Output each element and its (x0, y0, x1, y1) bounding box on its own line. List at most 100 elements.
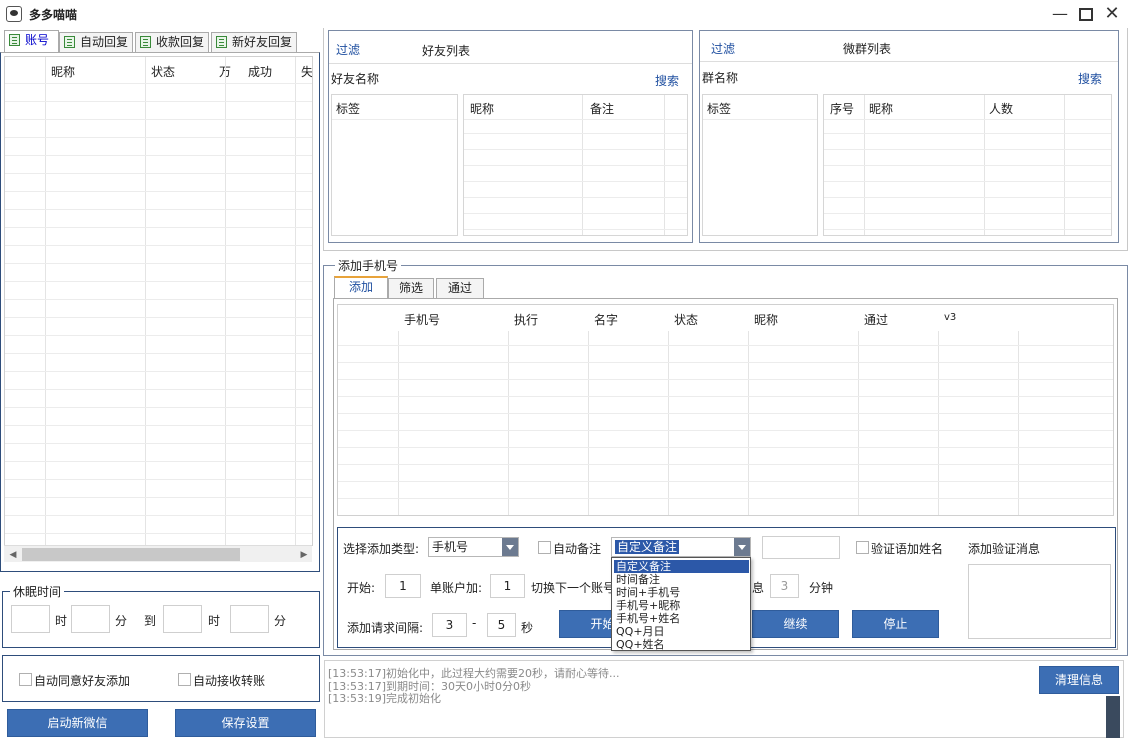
interval-dash: - (472, 616, 477, 630)
interval-to-input[interactable]: 5 (487, 613, 516, 637)
grid-row-line (824, 133, 1111, 134)
group-name-label: 群名称 (702, 71, 739, 85)
close-icon[interactable]: ✕ (1101, 4, 1123, 24)
start-index-input[interactable]: 1 (385, 574, 421, 598)
grid-row-line (338, 396, 1113, 397)
scroll-left-icon[interactable]: ◀ (7, 549, 19, 561)
sleep-end-minute-input[interactable] (230, 605, 269, 633)
minimize-icon[interactable]: — (1049, 4, 1071, 24)
auto-receive-transfer-checkbox[interactable] (178, 673, 191, 686)
add-type-value: 手机号 (432, 540, 469, 554)
grid-row-line (5, 533, 312, 534)
clear-log-button[interactable]: 清理信息 (1039, 666, 1119, 694)
stop-button[interactable]: 停止 (852, 610, 939, 638)
tab-label: 新好友回复 (232, 35, 293, 49)
tab-add[interactable]: 添加 (334, 276, 388, 298)
grid-row-line (464, 133, 687, 134)
rest-minutes-input[interactable]: 3 (770, 574, 799, 598)
friends-filter-link[interactable]: 过滤 (336, 41, 360, 58)
col-header: 昵称 (754, 313, 779, 327)
dropdown-option[interactable]: 自定义备注 (614, 560, 749, 573)
auto-remark-checkbox[interactable] (538, 541, 551, 554)
tab-filter[interactable]: 筛选 (388, 278, 434, 298)
to-label: 到 (144, 614, 157, 628)
auto-accept-friend-checkbox[interactable] (19, 673, 32, 686)
grid-row-line (5, 443, 312, 444)
continue-button[interactable]: 继续 (752, 610, 839, 638)
grid-row-line (338, 362, 1113, 363)
sleep-end-hour-input[interactable] (163, 605, 202, 633)
col-header: 通过 (864, 313, 889, 327)
log-scrollbar[interactable] (1106, 696, 1120, 738)
hour-label: 时 (55, 614, 68, 628)
col-header: 状态 (151, 65, 176, 79)
col-header: 昵称 (470, 102, 495, 116)
grid-row-line (5, 263, 312, 264)
auto-accept-friend-label: 自动同意好友添加 (34, 674, 131, 688)
grid-row-line (5, 317, 312, 318)
tab-pass[interactable]: 通过 (436, 278, 484, 298)
tab-new-friend-reply[interactable]: 新好友回复 (211, 32, 297, 52)
start-label: 开始: (347, 581, 376, 595)
groups-search-link[interactable]: 搜索 (1078, 70, 1102, 87)
grid-row-line (5, 389, 312, 390)
log-panel: [13:53:17]初始化中，此过程大约需要20秒，请耐心等待... [13:5… (324, 660, 1124, 738)
dropdown-option[interactable]: 时间备注 (614, 573, 749, 586)
scroll-right-icon[interactable]: ▶ (298, 549, 310, 561)
account-grid[interactable]: 昵称 状态 万 成功 失 (4, 56, 313, 546)
friend-tag-list[interactable]: 标签 (331, 94, 458, 236)
col-header: 成功 (248, 65, 273, 79)
groups-list-title: 微群列表 (843, 42, 892, 56)
grid-row-line (5, 299, 312, 300)
tab-auto-reply[interactable]: 自动回复 (59, 32, 133, 52)
rest-label: 息 (752, 581, 765, 595)
start-new-wechat-button[interactable]: 启动新微信 (7, 709, 148, 737)
grid-row-line (5, 461, 312, 462)
tag-header: 标签 (707, 102, 732, 116)
scroll-thumb[interactable] (22, 548, 240, 561)
maximize-icon[interactable] (1075, 4, 1097, 24)
grid-row-line (5, 425, 312, 426)
grid-row-line (464, 149, 687, 150)
tab-payment-reply[interactable]: 收款回复 (135, 32, 209, 52)
grid-row-line (5, 479, 312, 480)
sleep-start-hour-input[interactable] (11, 605, 50, 633)
sleep-start-minute-input[interactable] (71, 605, 110, 633)
tab-account[interactable]: 账号 (4, 30, 59, 52)
interval-from-input[interactable]: 3 (432, 613, 467, 637)
grid-row-line (824, 165, 1111, 166)
per-account-input[interactable]: 1 (490, 574, 525, 598)
grid-row-line (338, 430, 1113, 431)
grid-row-line (824, 213, 1111, 214)
chevron-down-icon (502, 538, 518, 556)
group-tag-list[interactable]: 标签 (702, 94, 818, 236)
grid-row-line (824, 181, 1111, 182)
friends-search-link[interactable]: 搜索 (655, 72, 679, 89)
groups-filter-link[interactable]: 过滤 (711, 40, 735, 57)
grid-row-line (5, 155, 312, 156)
dropdown-option[interactable]: 手机号+昵称 (614, 599, 749, 612)
col-header: 昵称 (51, 65, 76, 79)
remark-type-value: 自定义备注 (615, 540, 680, 554)
add-type-select[interactable]: 手机号 (428, 537, 519, 557)
dropdown-option[interactable]: 手机号+姓名 (614, 612, 749, 625)
verify-message-textarea[interactable] (968, 564, 1111, 639)
remark-type-select[interactable]: 自定义备注 (611, 537, 751, 557)
dropdown-option[interactable]: QQ+姓名 (614, 638, 749, 651)
hour-label: 时 (208, 614, 221, 628)
dropdown-option[interactable]: 时间+手机号 (614, 586, 749, 599)
horizontal-scrollbar[interactable]: ◀ ▶ (4, 545, 312, 562)
remark-type-dropdown[interactable]: 自定义备注 时间备注 时间+手机号 手机号+昵称 手机号+姓名 QQ+月日 QQ… (611, 557, 751, 651)
grid-row-line (5, 173, 312, 174)
log-line: [13:53:19]完成初始化 (328, 692, 441, 705)
app-cat-icon (6, 6, 22, 22)
custom-remark-input[interactable] (762, 536, 840, 559)
save-settings-button[interactable]: 保存设置 (175, 709, 316, 737)
tab-label: 账号 (25, 33, 50, 47)
phone-grid[interactable]: 手机号 执行 名字 状态 昵称 通过 v3 (337, 304, 1114, 516)
verify-name-checkbox[interactable] (856, 541, 869, 554)
dropdown-option[interactable]: QQ+月日 (614, 625, 749, 638)
document-icon (64, 36, 75, 48)
group-grid[interactable]: 序号 昵称 人数 (823, 94, 1112, 236)
friend-grid[interactable]: 昵称 备注 (463, 94, 688, 236)
